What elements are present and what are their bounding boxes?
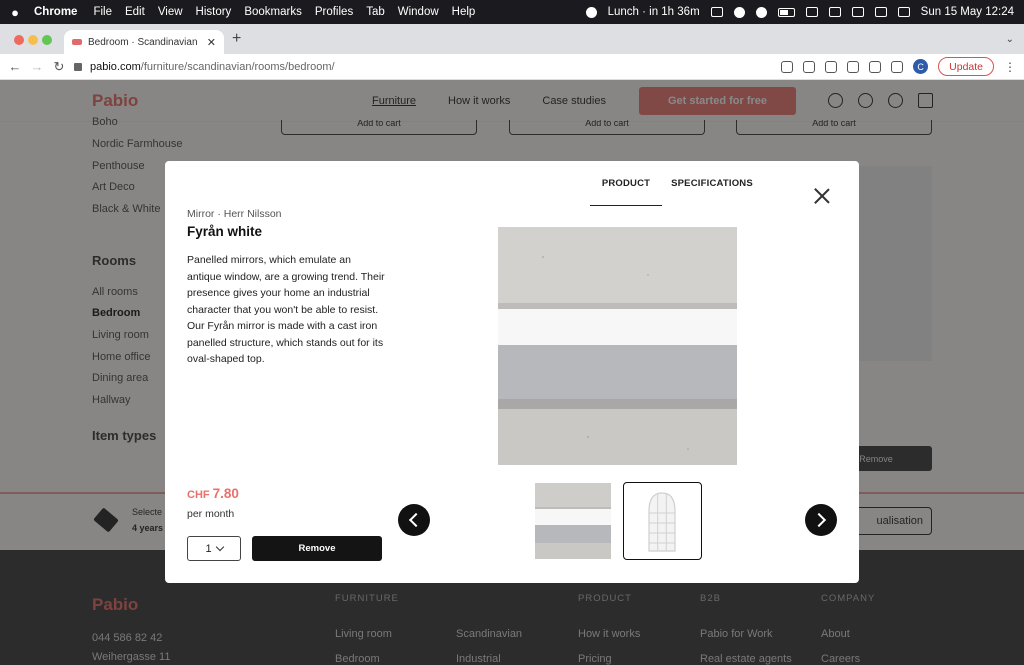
- plus-icon[interactable]: [733, 6, 745, 18]
- price-amount: 7.80: [212, 486, 239, 501]
- minimize-window-button[interactable]: [28, 35, 38, 45]
- circle-icon[interactable]: [755, 6, 767, 18]
- browser-tab[interactable]: Bedroom · Scandinavian · Furn ✕: [64, 30, 224, 54]
- tab-search-chevron-icon[interactable]: ⌄: [1006, 34, 1014, 45]
- product-main-image: [498, 227, 737, 465]
- mirror-thumbnail-image: [648, 492, 676, 552]
- product-modal: PRODUCT SPECIFICATIONS Mirror · Herr Nil…: [165, 161, 859, 583]
- grammarly-icon[interactable]: [585, 6, 597, 18]
- share-icon[interactable]: [781, 60, 794, 73]
- update-button[interactable]: Update: [938, 57, 994, 76]
- menu-bookmarks[interactable]: Bookmarks: [244, 6, 302, 18]
- close-window-button[interactable]: [14, 35, 24, 45]
- toolbar-actions: C Update ⋮: [781, 57, 1016, 76]
- side-panel-icon[interactable]: [891, 60, 904, 73]
- new-tab-icon[interactable]: +: [232, 30, 241, 48]
- thumbnail-closeup-image: [535, 483, 611, 559]
- extensions-puzzle-icon[interactable]: [869, 60, 882, 73]
- menu-help[interactable]: Help: [452, 6, 476, 18]
- tab-title: Bedroom · Scandinavian · Furn: [88, 36, 201, 48]
- menu-window[interactable]: Window: [398, 6, 439, 18]
- link-icon[interactable]: [805, 7, 818, 17]
- menu-edit[interactable]: Edit: [125, 6, 145, 18]
- calendar-event-time: in 1h 36m: [649, 6, 700, 18]
- menu-profiles[interactable]: Profiles: [315, 6, 353, 18]
- profile-avatar[interactable]: C: [913, 59, 929, 74]
- next-image-arrow-icon[interactable]: [805, 504, 837, 536]
- product-thumbnail-selected[interactable]: [623, 482, 702, 560]
- metamask-icon[interactable]: [847, 60, 860, 73]
- chevron-down-icon: [215, 542, 224, 552]
- screen-icon[interactable]: [710, 7, 723, 17]
- quantity-value: 1: [205, 542, 212, 555]
- url-path: /furniture/scandinavian/rooms/bedroom/: [140, 61, 335, 73]
- mirror-closeup-image: [498, 227, 737, 465]
- reload-icon[interactable]: ↻: [48, 59, 70, 75]
- tab-product[interactable]: PRODUCT: [590, 161, 662, 206]
- back-arrow-icon[interactable]: ←: [4, 59, 26, 74]
- macos-menu-bar: ● Chrome File Edit View History Bookmark…: [0, 0, 1024, 24]
- close-icon[interactable]: [814, 188, 830, 204]
- clock[interactable]: Sun 15 May 12:24: [921, 6, 1014, 18]
- url-host: pabio.com: [90, 61, 141, 73]
- wifi-icon[interactable]: [874, 7, 887, 17]
- product-title: Fyrån white: [187, 224, 263, 239]
- forward-arrow-icon[interactable]: →: [26, 59, 48, 74]
- menu-history[interactable]: History: [196, 6, 232, 18]
- previous-image-arrow-icon[interactable]: [398, 504, 430, 536]
- address-bar[interactable]: pabio.com/furniture/scandinavian/rooms/b…: [74, 58, 834, 76]
- menu-file[interactable]: File: [93, 6, 112, 18]
- product-price: CHF 7.80: [187, 486, 239, 501]
- battery-icon[interactable]: [777, 7, 795, 17]
- price-period: per month: [187, 508, 235, 520]
- bluetooth-icon[interactable]: [828, 7, 841, 17]
- apple-icon[interactable]: ●: [10, 5, 20, 20]
- more-menu-icon[interactable]: ⋮: [1004, 60, 1016, 74]
- price-currency: CHF: [187, 489, 210, 501]
- product-subtitle: Mirror · Herr Nilsson: [187, 208, 282, 220]
- bookmark-star-icon[interactable]: [803, 60, 816, 73]
- pabio-favicon-icon: [72, 39, 82, 45]
- close-tab-icon[interactable]: ✕: [207, 36, 216, 49]
- maximize-window-button[interactable]: [42, 35, 52, 45]
- remove-button[interactable]: Remove: [252, 536, 382, 561]
- browser-toolbar: ← → ↻ pabio.com/furniture/scandinavian/r…: [0, 54, 1024, 80]
- calendar-event[interactable]: Lunch · in 1h 36m: [608, 6, 700, 18]
- product-description: Panelled mirrors, which emulate an antiq…: [187, 254, 385, 365]
- calendar-event-title: Lunch: [607, 6, 639, 18]
- lock-icon[interactable]: [74, 63, 82, 71]
- tab-specifications[interactable]: SPECIFICATIONS: [662, 161, 762, 206]
- browser-tab-strip: Bedroom · Scandinavian · Furn ✕: [0, 24, 1024, 54]
- control-center-icon[interactable]: [897, 7, 910, 17]
- menu-app-name[interactable]: Chrome: [34, 6, 77, 18]
- status-area: Lunch · in 1h 36m Sun 15 May 12:24: [585, 6, 1014, 18]
- quantity-select[interactable]: 1: [187, 536, 241, 561]
- modal-tabs: PRODUCT SPECIFICATIONS: [590, 161, 762, 206]
- menu-tab[interactable]: Tab: [366, 6, 385, 18]
- extension-badge-icon[interactable]: [825, 60, 838, 73]
- volume-icon[interactable]: [851, 7, 864, 17]
- product-thumbnail[interactable]: [535, 483, 611, 559]
- menu-view[interactable]: View: [158, 6, 183, 18]
